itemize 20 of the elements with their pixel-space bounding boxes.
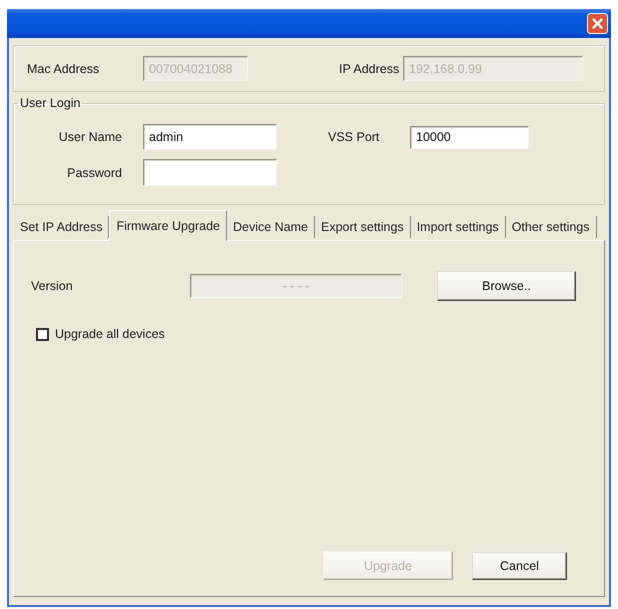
user-name-field[interactable]: admin: [143, 124, 277, 150]
vss-port-field[interactable]: 10000: [410, 126, 529, 148]
browse-button[interactable]: Browse..: [437, 271, 576, 301]
field-label: User Name: [58, 130, 122, 144]
close-icon[interactable]: [587, 13, 608, 34]
checkbox-label[interactable]: Upgrade all devices: [55, 327, 165, 342]
tab[interactable]: Import settings: [410, 216, 506, 238]
cancel-button[interactable]: Cancel: [472, 552, 567, 580]
tab[interactable]: Firmware Upgrade: [109, 210, 227, 241]
group-title: User Login: [19, 96, 82, 111]
tab[interactable]: Other settings: [506, 216, 597, 238]
field-label: VSS Port: [328, 130, 380, 144]
password-field[interactable]: [143, 159, 277, 186]
tab[interactable]: Device Name: [226, 216, 316, 238]
field-label: IP Address: [339, 62, 400, 76]
field-label: Password: [67, 166, 122, 180]
field-label: Mac Address: [27, 62, 100, 76]
checkbox[interactable]: [36, 328, 49, 341]
tab[interactable]: Export settings: [315, 216, 411, 238]
field-label: Version: [31, 279, 73, 293]
